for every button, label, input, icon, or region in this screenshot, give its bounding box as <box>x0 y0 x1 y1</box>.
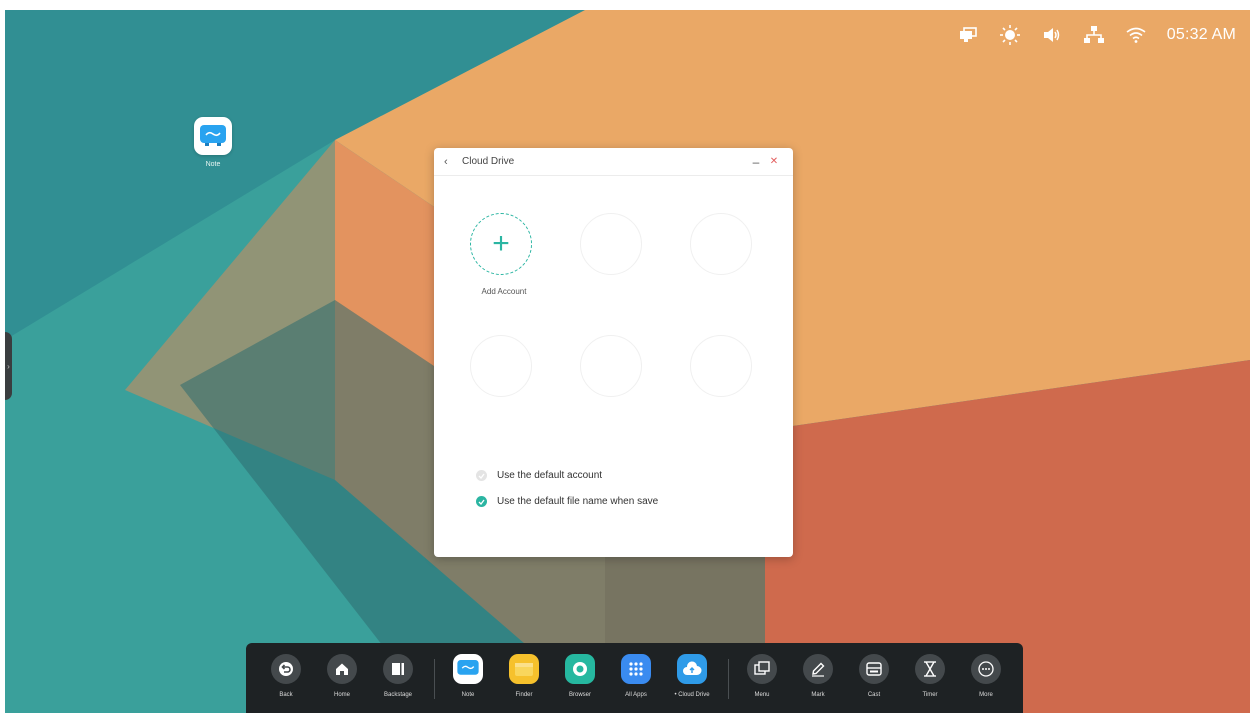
dock-finder[interactable]: Finder <box>498 654 550 698</box>
add-account-label: Add Account <box>481 287 527 296</box>
mark-pen-icon[interactable] <box>803 654 833 684</box>
volume-icon[interactable] <box>1041 24 1063 46</box>
all-apps-icon[interactable] <box>621 654 651 684</box>
dock-home[interactable]: Home <box>316 654 368 698</box>
dock-label: Menu <box>754 692 770 698</box>
window-title-bar: ‹ Cloud Drive – ✕ <box>434 148 793 176</box>
brightness-icon[interactable] <box>999 24 1021 46</box>
dock-more[interactable]: More <box>960 654 1012 698</box>
close-icon[interactable]: ✕ <box>765 156 783 167</box>
home-icon[interactable] <box>327 654 357 684</box>
browser-app-icon[interactable] <box>565 654 595 684</box>
account-slot-empty <box>690 335 752 397</box>
dock-all-apps[interactable]: All Apps <box>610 654 662 698</box>
account-slot-empty <box>470 335 532 397</box>
minimize-icon[interactable]: – <box>747 155 765 169</box>
dock-menu[interactable]: Menu <box>736 654 788 698</box>
dock-label: Timer <box>922 692 938 698</box>
window-title: Cloud Drive <box>462 156 515 167</box>
desktop-screen: 05:32 AM Note › ‹ Cloud Drive – ✕ + Add … <box>5 10 1250 713</box>
account-slot-empty <box>580 213 642 275</box>
dock-cast[interactable]: Cast <box>848 654 900 698</box>
cloud-drive-app-icon[interactable] <box>677 654 707 684</box>
dock-divider <box>434 659 435 699</box>
dock-label: Note <box>461 692 475 698</box>
option-default-file-name[interactable]: Use the default file name when save <box>476 496 658 507</box>
cloud-drive-window: ‹ Cloud Drive – ✕ + Add Account Use the … <box>434 148 793 557</box>
chevron-right-icon: › <box>7 361 10 371</box>
side-panel-handle[interactable]: › <box>5 332 12 400</box>
backstage-icon[interactable] <box>383 654 413 684</box>
wired-network-icon[interactable] <box>1083 24 1105 46</box>
taskbar-dock: Back Home Backstage Note Finder Browser … <box>246 643 1023 713</box>
hourglass-icon[interactable] <box>915 654 945 684</box>
dock-label: All Apps <box>625 692 647 698</box>
clock-time: 05:32 AM <box>1166 26 1236 43</box>
dock-timer[interactable]: Timer <box>904 654 956 698</box>
desktop-shortcut-note[interactable]: Note <box>190 117 236 168</box>
dock-label: Backstage <box>383 692 413 698</box>
option-default-account[interactable]: Use the default account <box>476 470 602 481</box>
dock-browser[interactable]: Browser <box>554 654 606 698</box>
note-app-icon[interactable] <box>453 654 483 684</box>
cast-icon[interactable] <box>859 654 889 684</box>
dock-label: Finder <box>515 692 533 698</box>
back-icon[interactable] <box>271 654 301 684</box>
dock-label: Browser <box>568 692 591 698</box>
dock-divider <box>728 659 729 699</box>
plus-icon: + <box>492 227 510 260</box>
dock-mark[interactable]: Mark <box>792 654 844 698</box>
finder-app-icon[interactable] <box>509 654 539 684</box>
desktop-shortcut-label: Note <box>205 161 221 168</box>
checkbox-checked-icon[interactable] <box>476 496 487 507</box>
dock-label: • Cloud Drive <box>674 692 710 698</box>
dock-cloud-drive[interactable]: • Cloud Drive <box>666 654 718 698</box>
account-slot-empty <box>690 213 752 275</box>
dock-back[interactable]: Back <box>260 654 312 698</box>
screen-mirror-icon[interactable] <box>957 24 979 46</box>
menu-icon[interactable] <box>747 654 777 684</box>
add-account-button[interactable]: + <box>470 213 532 275</box>
option-label: Use the default file name when save <box>497 496 659 507</box>
back-chevron-icon[interactable]: ‹ <box>444 156 462 168</box>
dock-label: More <box>979 692 993 698</box>
dock-label: Home <box>333 692 350 698</box>
dock-backstage[interactable]: Backstage <box>372 654 424 698</box>
option-label: Use the default account <box>497 470 603 481</box>
status-bar: 05:32 AM <box>957 24 1236 46</box>
note-app-icon[interactable] <box>194 117 232 155</box>
dock-label: Mark <box>811 692 825 698</box>
more-icon[interactable] <box>971 654 1001 684</box>
wifi-icon[interactable] <box>1125 24 1147 46</box>
checkbox-unchecked-icon[interactable] <box>476 470 487 481</box>
account-slot-empty <box>580 335 642 397</box>
dock-label: Back <box>279 692 293 698</box>
dock-label: Cast <box>867 692 881 698</box>
dock-note[interactable]: Note <box>442 654 494 698</box>
